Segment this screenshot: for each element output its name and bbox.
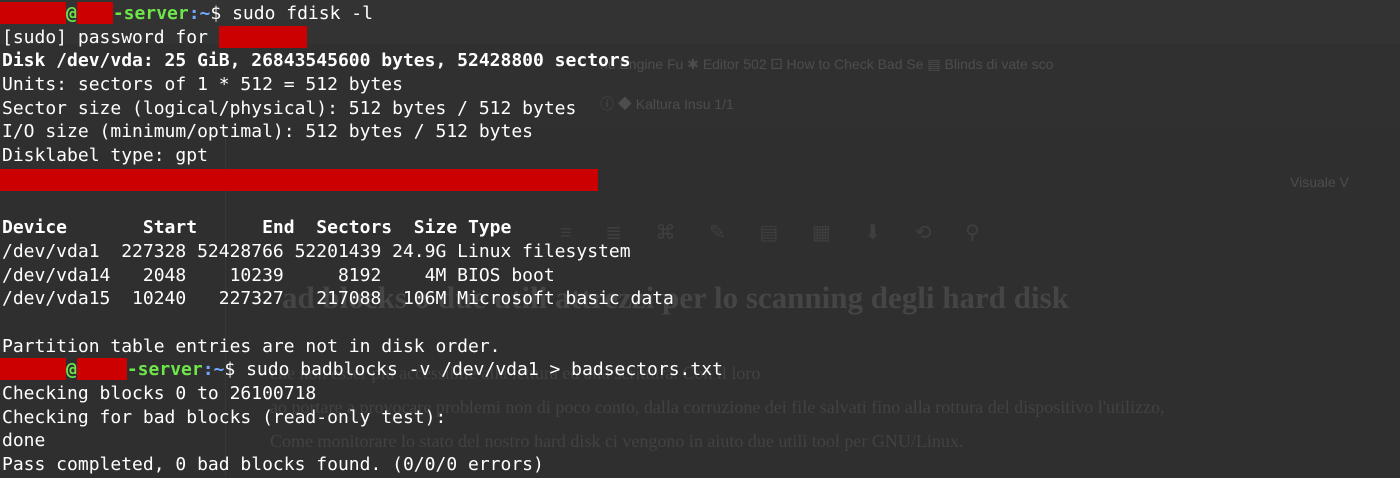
sudo-prompt: [sudo] password for [2,26,219,48]
redacted-username [0,358,66,381]
redacted-identifier-line [0,168,1400,193]
redacted-hostname [76,358,127,381]
redacted-username [0,2,66,24]
partition-row: /dev/vda15 10240 227327 217088 106M Micr… [2,288,674,310]
checking-bad-blocks-line: Checking for bad blocks (read-only test)… [2,406,447,428]
command-fdisk: sudo fdisk -l [232,3,373,24]
sudo-password-line: [sudo] password for [2,25,1400,50]
sector-size-line: Sector size (logical/physical): 512 byte… [2,97,577,119]
checking-blocks-line: Checking blocks 0 to 26100718 [2,383,317,404]
prompt-at: @ [66,359,77,381]
pass-completed-line: Pass completed, 0 bad blocks found. (0/0… [2,454,544,476]
partition-row: /dev/vda1 227328 52428766 52201439 24.9G… [2,240,631,262]
command-badblocks: sudo badblocks -v /dev/vda1 > badsectors… [246,359,723,381]
done-line: done [2,430,46,452]
prompt-host-suffix: -server [126,359,203,381]
partition-row: /dev/vda14 2048 10239 8192 4M BIOS boot [2,264,555,286]
prompt-symbol: $ [224,359,247,381]
units-line: Units: sectors of 1 * 512 = 512 bytes [2,74,403,96]
prompt-line-2: @ -server:~$ sudo badblocks -v /dev/vda1 … [0,358,1400,382]
redacted-username [218,25,307,48]
terminal-output[interactable]: @ -server:~$ sudo fdisk -l [sudo] passwor… [0,0,1400,478]
io-size-line: I/O size (minimum/optimal): 512 bytes / … [2,121,534,143]
redacted-disk-identifier [0,168,598,191]
disklabel-line: Disklabel type: gpt [2,145,208,167]
prompt-at: @ [66,3,77,24]
redacted-hostname [76,2,113,24]
prompt-host-suffix: -server [112,3,189,24]
prompt-line-1: @ -server:~$ sudo fdisk -l [0,2,1400,26]
prompt-path: :~ [202,359,225,381]
partition-table-header: Device Start End Sectors Size Type [2,217,512,239]
partition-order-note: Partition table entries are not in disk … [2,335,501,357]
prompt-path: :~ [188,3,211,24]
prompt-symbol: $ [210,3,233,24]
disk-info-line: Disk /dev/vda: 25 GiB, 26843545600 bytes… [2,50,631,72]
